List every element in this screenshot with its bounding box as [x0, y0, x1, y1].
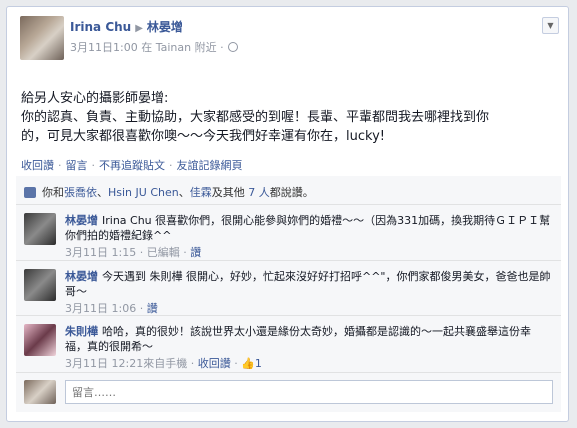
like-comment-button[interactable]: 讚 — [190, 246, 201, 259]
device-label: 來自手機 — [143, 357, 188, 370]
commenter-name[interactable]: 朱則樺 — [65, 325, 98, 338]
post-header: Irina Chu ▶ 林晏增 — [70, 18, 183, 35]
comment-input[interactable] — [65, 380, 553, 404]
comment-time[interactable]: 3月11日 1:15 — [65, 246, 136, 259]
post-text-line: 給另人安心的攝影師晏增: — [21, 91, 169, 106]
comment-likes[interactable]: 👍1 — [241, 357, 262, 370]
comment-text: 今天遇到 朱則樺 很開心，好妙，忙起來沒好好打招呼^^"，你們家都俊男美女，爸爸… — [65, 270, 551, 298]
author-name[interactable]: Irina Chu — [70, 20, 131, 34]
post-actions: 收回讚 · 留言 · 不再追蹤貼文 · 友誼記錄網頁 — [21, 159, 243, 172]
post-text-line: 你的認真、負責、主動協助，大家都感受的到喔！長輩、平輩都問我去哪裡找到你 — [21, 110, 490, 125]
other-likers-link[interactable]: 7 人 — [248, 186, 270, 199]
target-name[interactable]: 林晏增 — [147, 20, 183, 34]
comment-item: 朱則樺 哈哈，真的很妙！該說世界太小還是緣份太奇妙，婚攝都是認識的～一起共襄盛舉這… — [16, 316, 561, 373]
unlike-button[interactable]: 收回讚 — [21, 159, 54, 172]
comment-composer — [16, 373, 561, 412]
comment-item: 林晏增 今天遇到 朱則樺 很開心，好妙，忙起來沒好好打招呼^^"，你們家都俊男美女… — [16, 261, 561, 316]
comment-button[interactable]: 留言 — [66, 159, 88, 172]
post-options-button[interactable]: ▼ — [542, 17, 559, 34]
comment-text: Irina Chu 很喜歡你們，很開心能參與妳們的婚禮～～（因為331加碼，換我… — [65, 214, 551, 242]
comment-meta: 3月11日 1:06 · 讚 — [65, 302, 158, 315]
arrow-right-icon: ▶ — [135, 23, 143, 34]
unfollow-button[interactable]: 不再追蹤貼文 — [99, 159, 165, 172]
likes-summary: 你和張喬依、Hsin JU Chen、佳霖及其他 7 人都說讚。 — [16, 176, 561, 205]
commenter-name[interactable]: 林晏增 — [65, 270, 98, 283]
comment-time[interactable]: 3月11日 1:06 — [65, 302, 136, 315]
see-friendship-button[interactable]: 友誼記錄網頁 — [177, 159, 243, 172]
globe-icon[interactable] — [227, 42, 238, 52]
commenter-name[interactable]: 林晏增 — [65, 214, 98, 227]
post-card: Irina Chu ▶ 林晏增 3月11日1:00 在 Tainan 附近 · ▼ … — [6, 6, 569, 422]
comment-meta: 3月11日 1:15 · 已編輯 · 讚 — [65, 246, 202, 259]
viewer-avatar — [24, 380, 56, 404]
comment-item: 林晏增 Irina Chu 很喜歡你們，很開心能參與妳們的婚禮～～（因為331加碼… — [16, 205, 561, 261]
feedback-section: 你和張喬依、Hsin JU Chen、佳霖及其他 7 人都說讚。 林晏增 Irin… — [16, 176, 561, 412]
post-meta: 3月11日1:00 在 Tainan 附近 · — [70, 39, 238, 55]
post-text-line: 的，可見大家都很喜歡你噢～～今天我們好幸運有你在，lucky! — [21, 129, 385, 144]
commenter-avatar[interactable] — [24, 324, 56, 356]
commenter-avatar[interactable] — [24, 269, 56, 301]
commenter-avatar[interactable] — [24, 213, 56, 245]
liker-name[interactable]: Hsin JU Chen — [108, 186, 179, 199]
post-timestamp[interactable]: 3月11日1:00 在 Tainan 附近 · — [70, 41, 224, 54]
comment-time[interactable]: 3月11日 12:21 — [65, 357, 143, 370]
unlike-comment-button[interactable]: 收回讚 — [198, 357, 231, 370]
thumbs-up-icon: 👍 — [241, 357, 255, 370]
liker-name[interactable]: 張喬依 — [64, 186, 97, 199]
thumbs-up-icon — [24, 187, 36, 198]
author-avatar[interactable] — [20, 16, 64, 60]
chevron-down-icon: ▼ — [547, 21, 554, 30]
edited-label[interactable]: 已編輯 — [147, 246, 180, 259]
comment-meta: 3月11日 12:21來自手機 · 收回讚 · 👍1 — [65, 357, 262, 370]
like-comment-button[interactable]: 讚 — [147, 302, 158, 315]
liker-name[interactable]: 佳霖 — [190, 186, 212, 199]
post-body: 給另人安心的攝影師晏增: 你的認真、負責、主動協助，大家都感受的到喔！長輩、平輩… — [21, 89, 561, 146]
comment-text: 哈哈，真的很妙！該說世界太小還是緣份太奇妙，婚攝都是認識的～一起共襄盛舉這份幸福… — [65, 325, 531, 353]
